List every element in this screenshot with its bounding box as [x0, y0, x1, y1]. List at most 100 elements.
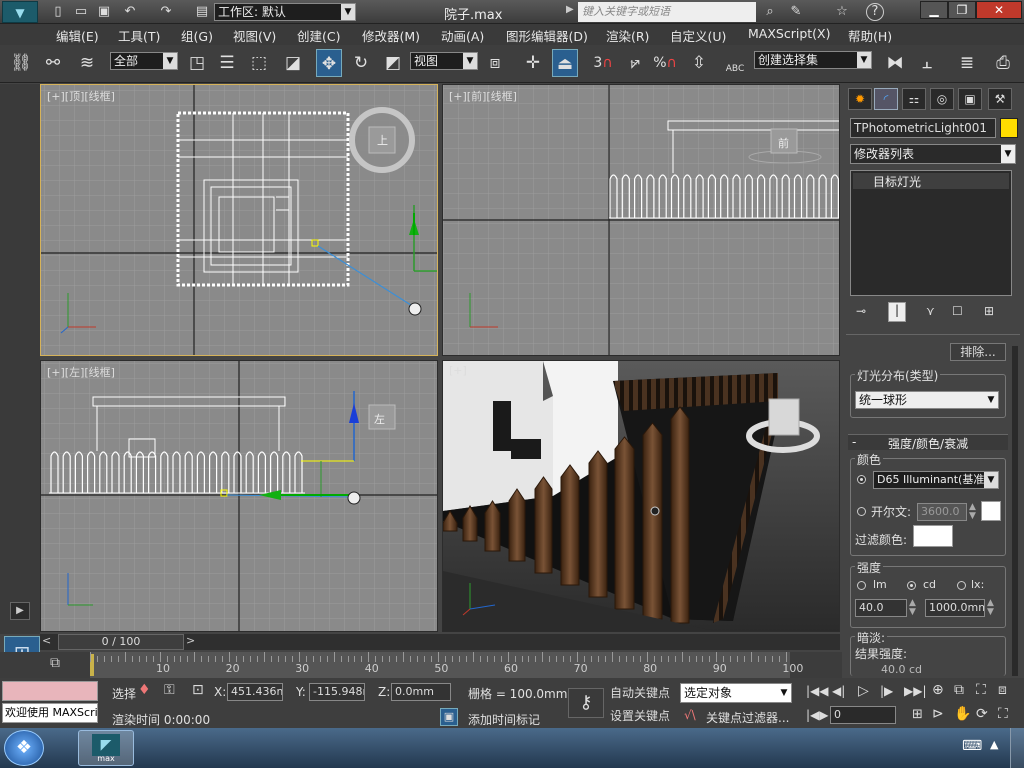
viewcube-left-label[interactable]: 左 — [374, 411, 385, 427]
taskbar-3dsmax[interactable]: ◤ max — [78, 730, 134, 766]
y-coord-field[interactable]: -115.948mm — [309, 683, 365, 701]
viewport-left-label[interactable]: [+][左][线框] — [47, 364, 115, 380]
zoom-extents-all-icon[interactable]: ⧈ — [998, 682, 1007, 698]
rotate-icon[interactable]: ↻ — [348, 49, 374, 77]
scale-icon[interactable]: ◩ — [380, 49, 406, 77]
menu-item[interactable]: 渲染(R) — [606, 26, 649, 45]
color-preset-dropdown[interactable]: D65 Illuminant(基准白) ▼ — [873, 471, 999, 489]
time-next-icon[interactable]: > — [186, 634, 195, 647]
object-name-field[interactable]: TPhotometricLight001 — [850, 118, 996, 138]
favorites-star-icon[interactable]: ☆ — [832, 3, 852, 21]
edit-named-selection-icon[interactable]: ABC — [722, 49, 748, 77]
app-logo-icon[interactable]: ▼ — [2, 1, 38, 23]
open-file-icon[interactable]: ▭ — [71, 3, 91, 21]
pivot-center-icon[interactable]: ⧈ — [482, 49, 508, 77]
lx-radio[interactable] — [957, 581, 966, 590]
selection-filter-dropdown[interactable]: 全部 ▼ — [110, 52, 178, 70]
render-setup-icon[interactable]: ⎙ — [990, 49, 1016, 77]
menu-item[interactable]: 自定义(U) — [670, 26, 726, 45]
select-manipulate-icon[interactable]: ✛ — [520, 49, 546, 77]
lx-distance-field[interactable]: 1000.0mm — [925, 599, 985, 617]
intensity-field[interactable]: 40.0 — [855, 599, 907, 617]
viewport-top-label[interactable]: [+][顶][线框] — [47, 88, 115, 104]
time-slider[interactable]: < 0 / 100 > — [40, 634, 840, 650]
time-tag-icon[interactable]: ▣ — [440, 708, 458, 726]
key-filters-button[interactable]: 关键点过滤器... — [706, 709, 789, 726]
z-coord-field[interactable]: 0.0mm — [391, 683, 451, 701]
show-desktop-button[interactable] — [1010, 728, 1024, 768]
select-by-name-icon[interactable]: ☰ — [214, 49, 240, 77]
expand-arrow-icon[interactable]: ▶ — [10, 602, 30, 620]
pan-icon[interactable]: ✋ — [954, 706, 971, 722]
absolute-mode-icon[interactable]: ⊡ — [192, 682, 204, 698]
maxscript-listener[interactable]: 欢迎使用 MAXScri — [2, 703, 98, 723]
prev-frame-icon[interactable]: ◀| — [832, 684, 845, 698]
menu-item[interactable]: 动画(A) — [441, 26, 484, 45]
remove-modifier-icon[interactable]: ☐ — [952, 304, 963, 318]
redo-icon[interactable]: ↷ — [156, 3, 176, 21]
viewport-top[interactable]: 上 [+][顶][线框] — [40, 84, 438, 356]
viewport-left[interactable]: 左 [+][左][线框] — [40, 360, 438, 632]
viewcube-top-label[interactable]: 上 — [377, 132, 388, 148]
intensity-spinner-icon[interactable]: ▲ ▼ — [909, 599, 916, 617]
mirror-icon[interactable]: ⧓ — [882, 49, 908, 77]
goto-start-icon[interactable]: |◀◀ — [806, 684, 829, 698]
maximize-button[interactable]: ❐ — [948, 1, 976, 19]
viewport-perspective[interactable]: [+] — [442, 360, 840, 632]
angle-snap-icon[interactable]: ⦬ — [622, 49, 648, 77]
color-preset-radio[interactable] — [857, 475, 866, 484]
x-coord-field[interactable]: 451.436mm — [227, 683, 283, 701]
set-key-button[interactable]: 设置关键点 — [610, 706, 676, 726]
lx-distance-spinner-icon[interactable]: ▲ ▼ — [987, 599, 994, 617]
current-frame-field[interactable]: 0 — [830, 706, 896, 724]
goto-end-icon[interactable]: ▶▶| — [904, 684, 927, 698]
menu-item[interactable]: 创建(C) — [297, 26, 340, 45]
minimize-button[interactable]: ▁ — [920, 1, 948, 19]
rect-selection-icon[interactable]: ⬚ — [246, 49, 272, 77]
utilities-tab-icon[interactable]: ⚒ — [988, 88, 1012, 110]
menu-item[interactable]: 修改器(M) — [362, 26, 420, 45]
spinner-snap-icon[interactable]: ⇳ — [686, 49, 712, 77]
next-frame-icon[interactable]: |▶ — [880, 684, 893, 698]
search-input[interactable]: 键入关键字或短语 — [578, 2, 756, 22]
modifier-list-dropdown[interactable]: 修改器列表 ▼ — [850, 144, 1016, 164]
motion-tab-icon[interactable]: ◎ — [930, 88, 954, 110]
filter-color-swatch[interactable] — [913, 525, 953, 547]
viewcube-front-label[interactable]: 前 — [778, 135, 789, 151]
undo-icon[interactable]: ↶ — [120, 3, 140, 21]
kelvin-spinner-icon[interactable]: ▲ ▼ — [969, 503, 976, 521]
new-file-icon[interactable]: ▯ — [48, 3, 68, 21]
align-icon[interactable]: ⫠ — [914, 49, 940, 77]
help-icon[interactable]: ? — [866, 3, 884, 21]
kelvin-color-swatch[interactable] — [981, 501, 1001, 521]
kelvin-radio[interactable] — [857, 507, 866, 516]
zoom-icon[interactable]: ⊕ — [932, 682, 944, 698]
link-icon[interactable]: ⛓ — [8, 49, 34, 77]
viewport-front[interactable]: 前 [+][前][线框] — [442, 84, 840, 356]
select-object-icon[interactable]: ◳ — [184, 49, 210, 77]
menu-item[interactable]: 工具(T) — [118, 26, 160, 45]
isolate-icon[interactable]: ♦ — [138, 682, 151, 698]
window-crossing-icon[interactable]: ◪ — [280, 49, 306, 77]
tray-arrow-icon[interactable]: ▲ — [990, 738, 998, 751]
layer-manager-icon[interactable]: ≣ — [954, 49, 980, 77]
viewport-persp-label[interactable]: [+] — [449, 364, 467, 377]
stack-item-target-light[interactable]: 目标灯光 — [853, 173, 1009, 189]
subscription-icon[interactable]: ✎ — [786, 3, 806, 21]
search-expand-icon[interactable]: ▶ — [566, 4, 574, 15]
key-filters-icon[interactable]: √\ — [684, 708, 696, 722]
viewport-front-label[interactable]: [+][前][线框] — [449, 88, 517, 104]
start-button-icon[interactable]: ❖ — [4, 730, 44, 766]
modify-tab-icon[interactable]: ◜ — [874, 88, 898, 110]
object-color-swatch[interactable] — [1000, 118, 1018, 138]
lm-radio[interactable] — [857, 581, 866, 590]
time-slider-thumb[interactable]: 0 / 100 — [58, 634, 184, 650]
kelvin-field[interactable]: 3600.0 — [917, 503, 967, 521]
named-selection-dropdown[interactable]: 创建选择集 ▼ — [754, 51, 872, 69]
maxscript-listener-pink[interactable] — [2, 681, 98, 701]
menu-item[interactable]: 图形编辑器(D) — [506, 26, 588, 45]
keyboard-tray-icon[interactable]: ⌨ — [962, 738, 982, 754]
configure-sets-icon[interactable]: ⊞ — [984, 304, 994, 318]
exclude-button[interactable]: 排除... — [950, 343, 1006, 361]
binoculars-icon[interactable]: ⌕ — [760, 3, 780, 21]
